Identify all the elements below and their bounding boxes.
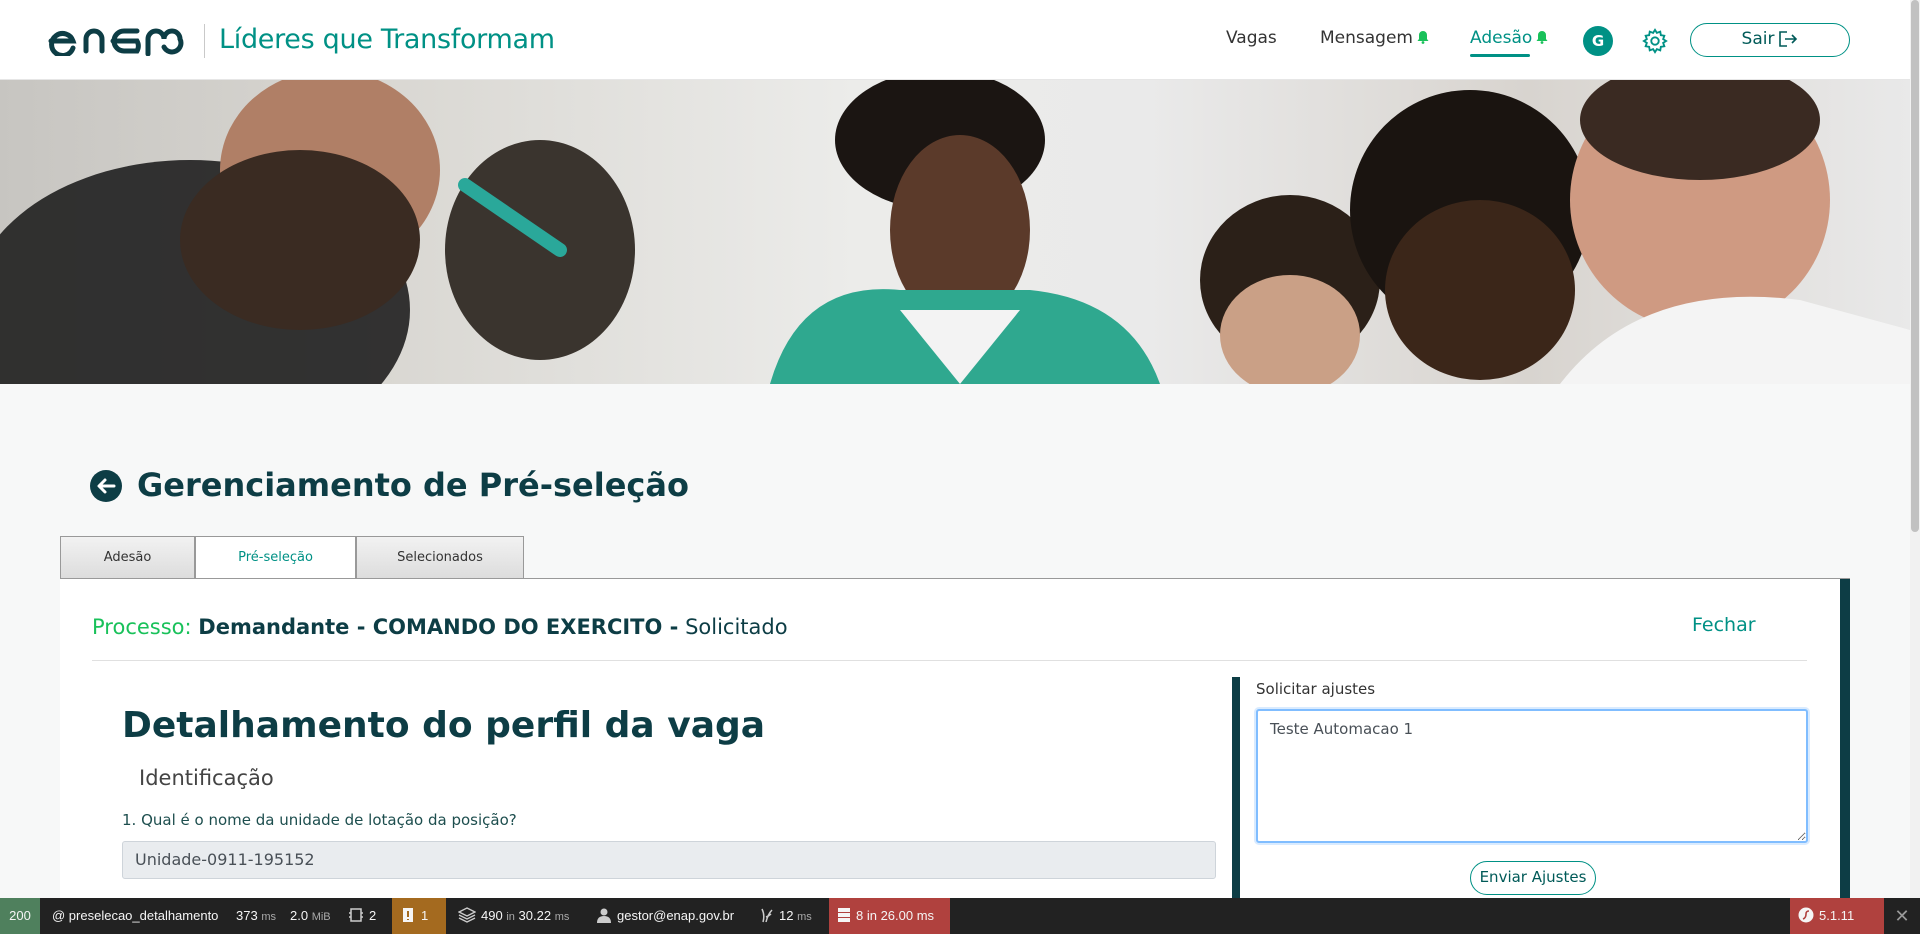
process-name: Demandante - COMANDO DO EXERCITO - <box>198 615 679 639</box>
database-icon <box>838 908 850 922</box>
request-time[interactable]: 373 ms <box>228 898 284 934</box>
bell-icon <box>1417 31 1429 44</box>
tab-selecionados[interactable]: Selecionados <box>356 536 524 579</box>
close-icon[interactable]: ✕ <box>1884 898 1920 934</box>
adjustments-label: Solicitar ajustes <box>1256 680 1376 698</box>
page-title: Gerenciamento de Pré-seleção <box>137 466 689 504</box>
user-email: gestor@enap.gov.br <box>617 908 735 923</box>
nav-adesao[interactable]: Adesão <box>1470 28 1549 48</box>
logs-panel[interactable]: 1 <box>392 898 446 934</box>
question-label: 1. Qual é o nome da unidade de lotação d… <box>122 811 517 829</box>
logout-icon <box>1779 31 1798 47</box>
twig-unit: ms <box>797 911 812 923</box>
back-arrow-icon[interactable] <box>89 469 123 503</box>
logs-count: 1 <box>421 908 429 923</box>
gear-icon[interactable] <box>1641 27 1669 55</box>
nav-mensagem[interactable]: Mensagem <box>1320 28 1430 48</box>
hero-banner-image <box>0 80 1910 384</box>
doctrine-time: 30.22 <box>518 908 552 923</box>
active-nav-indicator <box>1470 54 1530 57</box>
tab-pre-selecao[interactable]: Pré-seleção <box>195 536 356 580</box>
twig-time: 12 <box>779 908 794 923</box>
tab-adesao[interactable]: Adesão <box>60 536 195 579</box>
memory-usage[interactable]: 2.0 MiB <box>282 898 339 934</box>
twig-icon <box>761 908 773 923</box>
logs-icon <box>403 908 413 922</box>
memory-unit: MiB <box>311 911 331 923</box>
detail-title: Detalhamento do perfil da vaga <box>122 705 766 746</box>
send-adjustments-button[interactable]: Enviar Ajustes <box>1470 861 1596 895</box>
forms-panel[interactable]: 2 <box>340 898 384 934</box>
card-accent-bar <box>1840 579 1850 899</box>
nav-vagas-label: Vagas <box>1226 28 1277 48</box>
symfony-version[interactable]: 5.1.11 <box>1790 898 1884 934</box>
user-avatar[interactable]: G <box>1583 26 1613 56</box>
request-time-unit: ms <box>261 911 276 923</box>
nav-vagas[interactable]: Vagas <box>1226 28 1277 48</box>
logo-divider <box>204 24 205 58</box>
forms-count: 2 <box>369 908 377 923</box>
top-navbar: Líderes que Transformam Vagas Mensagem A… <box>0 0 1910 80</box>
status-code-badge[interactable]: 200 <box>0 898 40 934</box>
layers-icon <box>457 907 477 923</box>
symfony-icon <box>1798 907 1814 923</box>
request-time-value: 373 <box>236 908 258 923</box>
process-heading: Processo: Demandante - COMANDO DO EXERCI… <box>92 615 788 639</box>
doctrine-count: 490 <box>481 908 503 923</box>
logout-label: Sair <box>1741 29 1775 49</box>
logout-button[interactable]: Sair <box>1690 23 1850 57</box>
answer-field-readonly: Unidade-0911-195152 <box>122 841 1216 879</box>
doctrine-unit: ms <box>554 911 570 923</box>
page-scrollbar-thumb[interactable] <box>1911 0 1919 532</box>
db-summary: 8 in 26.00 ms <box>856 908 935 923</box>
doctrine-in: in <box>506 911 515 923</box>
process-status: Solicitado <box>685 615 788 639</box>
section-heading: Identificação <box>139 766 274 790</box>
user-icon <box>597 908 611 923</box>
adjustments-textarea[interactable] <box>1256 709 1808 843</box>
forms-icon <box>349 908 363 922</box>
enap-logo[interactable] <box>46 26 188 56</box>
route-name[interactable]: @ preselecao_detalhamento <box>44 898 226 934</box>
symfony-version-label: 5.1.11 <box>1819 908 1855 923</box>
bell-icon <box>1536 31 1548 44</box>
hero-photo <box>0 80 1910 384</box>
doctrine-panel[interactable]: 490 in 30.22 ms <box>450 898 577 934</box>
twig-panel[interactable]: 12 ms <box>752 898 820 934</box>
memory-value: 2.0 <box>290 908 309 923</box>
process-label: Processo: <box>92 615 192 639</box>
nav-adesao-label: Adesão <box>1470 28 1533 48</box>
db-panel[interactable]: 8 in 26.00 ms <box>829 898 950 934</box>
close-link[interactable]: Fechar <box>1692 614 1756 636</box>
nav-mensagem-label: Mensagem <box>1320 28 1413 48</box>
debug-toolbar: 200 @ preselecao_detalhamento 373 ms 2.0… <box>0 898 1920 934</box>
user-panel[interactable]: gestor@enap.gov.br <box>588 898 742 934</box>
brand-title: Líderes que Transformam <box>219 24 555 55</box>
adjustments-panel-bar <box>1232 677 1240 899</box>
divider <box>92 660 1807 661</box>
